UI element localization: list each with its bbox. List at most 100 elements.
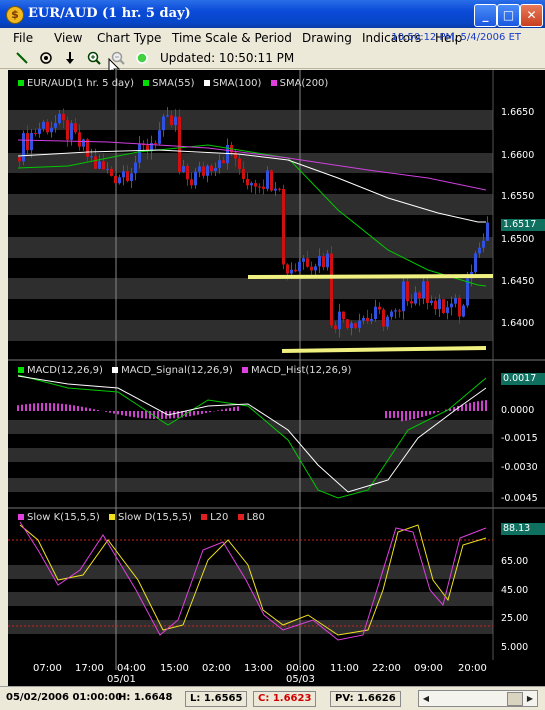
candle-body [154, 142, 157, 144]
minimize-button[interactable]: _ [474, 4, 497, 27]
candle-body [394, 310, 397, 312]
candle-body [414, 292, 417, 304]
candle-body [286, 264, 289, 274]
candle-body [274, 188, 277, 191]
legend-slow-k: Slow K(15,5,5) [18, 512, 100, 523]
menu-chart-type[interactable]: Chart Type [97, 31, 161, 45]
stoch-value-tag: 88.13 [501, 523, 545, 535]
candle-body [406, 281, 409, 302]
candle-body [370, 318, 373, 322]
candle-body [46, 121, 49, 133]
close-button[interactable]: ✕ [520, 4, 543, 27]
candle-body [442, 299, 445, 314]
candle-body [454, 297, 457, 304]
candle-body [78, 132, 81, 147]
candle-body [410, 301, 413, 304]
time-tick: 09:00 [414, 663, 443, 674]
menu-view[interactable]: View [54, 31, 82, 45]
menu-drawing[interactable]: Drawing [302, 31, 352, 45]
candle-body [194, 171, 197, 186]
candle-body [262, 186, 265, 189]
candle-body [342, 311, 345, 320]
grid-band [8, 448, 493, 462]
chart-canvas[interactable] [8, 70, 545, 686]
stoch-tick: 45.00 [501, 585, 529, 596]
candle-body [418, 292, 421, 299]
grid-band [8, 478, 493, 492]
candle-body [250, 183, 253, 186]
current-price-tag: 1.6517 [501, 219, 545, 231]
candle-body [186, 165, 189, 180]
candle-body [30, 132, 33, 151]
candle-body [114, 175, 117, 184]
candle-body [422, 281, 425, 299]
legend-macd-signal: MACD_Signal(12,26,9) [112, 365, 233, 376]
scroll-left-icon[interactable]: ◀ [419, 691, 433, 706]
candle-body [338, 311, 341, 330]
candle-body [218, 160, 221, 168]
date-tick: 05/01 [107, 674, 136, 685]
candle-body [50, 127, 53, 133]
candle-body [202, 166, 205, 176]
zoom-in-icon[interactable] [86, 50, 102, 66]
menu-time-scale[interactable]: Time Scale & Period [172, 31, 292, 45]
candle-body [58, 113, 61, 124]
candle-body [174, 116, 177, 126]
candle-body [214, 167, 217, 172]
draw-line-icon[interactable] [14, 50, 30, 66]
candle-body [430, 300, 433, 303]
candle-body [158, 130, 161, 144]
status-dot-icon[interactable] [134, 50, 150, 66]
candle-body [350, 323, 353, 328]
chart-area[interactable]: EUR/AUD(1 hr. 5 day) SMA(55) SMA(100) SM… [8, 70, 545, 686]
grid-band [8, 620, 493, 634]
candle-body [434, 300, 437, 310]
legend-sma200: SMA(200) [270, 78, 328, 89]
menu-bar: File View Chart Type Time Scale & Period… [0, 28, 545, 48]
candle-body [110, 168, 113, 176]
maximize-button[interactable]: □ [497, 4, 520, 27]
macd-tick: -0.0015 [501, 433, 538, 444]
menu-file[interactable]: File [13, 31, 33, 45]
date-tick: 05/03 [286, 674, 315, 685]
candle-body [458, 297, 461, 317]
candle-body [346, 319, 349, 328]
candle-body [462, 305, 465, 317]
download-arrow-icon[interactable] [62, 50, 78, 66]
grid-band [8, 320, 493, 341]
time-tick: 00:00 [286, 663, 315, 674]
status-pv: PV: 1.6626 [330, 691, 401, 707]
price-legend: EUR/AUD(1 hr. 5 day) SMA(55) SMA(100) SM… [18, 78, 328, 89]
candle-body [34, 132, 37, 134]
dollar-coin-icon: $ [6, 6, 24, 24]
candle-body [298, 261, 301, 272]
grid-band [8, 420, 493, 434]
time-tick: 20:00 [458, 663, 487, 674]
legend-l20: L20 [201, 512, 228, 523]
candle-body [178, 116, 181, 172]
stoch-tick: 25.00 [501, 613, 529, 624]
status-bar: 05/02/2006 01:00:00 H: 1.6648 L: 1.6565 … [0, 686, 545, 710]
legend-sma100: SMA(100) [203, 78, 261, 89]
stoch-tick: 5.000 [501, 642, 529, 653]
scroll-thumb[interactable] [507, 692, 523, 706]
candle-body [294, 269, 297, 272]
candle-body [254, 183, 257, 187]
title-bar: $ EUR/AUD (1 hr. 5 day) _ □ ✕ [0, 0, 545, 28]
scroll-right-icon[interactable]: ▶ [523, 691, 537, 706]
toolbar: Updated: 10:50:11 PM [0, 48, 545, 77]
time-tick: 07:00 [33, 663, 62, 674]
candle-body [90, 156, 93, 158]
candle-body [446, 307, 449, 314]
candle-body [38, 128, 41, 134]
candle-body [302, 258, 305, 262]
horizontal-scrollbar[interactable]: ◀ ▶ [418, 690, 538, 707]
candle-body [398, 310, 401, 312]
candle-body [22, 133, 25, 162]
legend-eurAud: EUR/AUD(1 hr. 5 day) [18, 78, 134, 89]
candle-body [426, 281, 429, 303]
price-tick: 1.6600 [501, 150, 535, 161]
candle-body [314, 266, 317, 271]
crosshair-icon[interactable] [38, 50, 54, 66]
candle-body [374, 306, 377, 319]
